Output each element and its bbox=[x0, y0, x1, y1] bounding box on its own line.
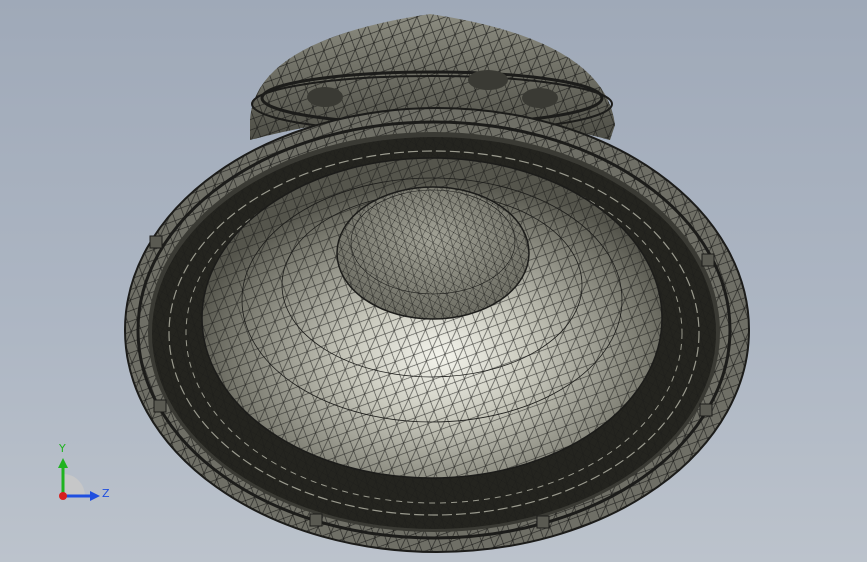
speaker-3d-model[interactable] bbox=[0, 0, 867, 562]
dust-cap bbox=[336, 186, 530, 320]
z-axis-label: Z bbox=[102, 487, 110, 500]
y-axis-label: Y bbox=[59, 442, 66, 455]
graphics-viewport[interactable]: Y Z bbox=[0, 0, 867, 562]
axis-triad: Y Z bbox=[48, 438, 118, 508]
